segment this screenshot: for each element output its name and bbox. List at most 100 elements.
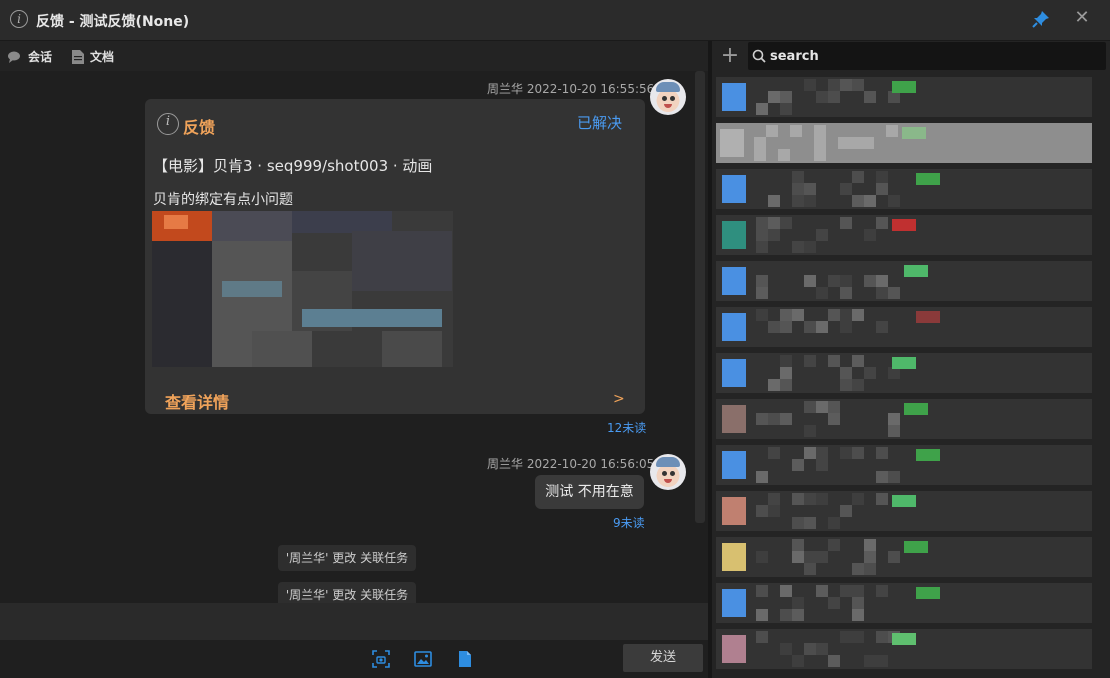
obscured-text [792,183,804,195]
avatar[interactable] [650,454,686,490]
obscured-text [876,217,888,229]
obscured-text [828,517,840,529]
obscured-text [852,631,864,643]
conversation-item[interactable] [716,629,1092,669]
attachment-thumbnail[interactable] [152,211,453,367]
obscured-text [768,493,780,505]
status-badge[interactable]: 已解决 [577,112,622,133]
obscured-text [816,493,828,505]
chat-scrollbar[interactable] [695,71,705,523]
card-description: 贝肯的绑定有点小问题 [153,192,293,208]
obscured-text [780,91,792,103]
avatar [722,589,746,617]
plus-icon[interactable]: + [720,44,740,68]
system-notice: '周兰华' 更改 关联任务 [278,545,416,571]
pin-icon[interactable] [1032,10,1050,28]
obscured-text [816,551,828,563]
obscured-text [876,655,888,667]
status-badge [904,541,928,553]
obscured-text [876,287,888,299]
obscured-text [816,229,828,241]
conversation-item[interactable] [716,77,1092,117]
obscured-text [828,355,840,367]
obscured-text [876,321,888,333]
obscured-text [852,195,864,207]
obscured-text [756,241,768,253]
obscured-text [864,91,876,103]
obscured-text [792,539,804,551]
obscured-text [864,275,876,287]
obscured-text [840,183,852,195]
obscured-text [792,309,804,321]
conversation-item[interactable] [716,307,1092,347]
view-details-link[interactable]: 查看详情 [165,389,229,413]
message-input[interactable] [0,603,708,640]
obscured-text [852,355,864,367]
search-box[interactable] [748,42,1106,70]
obscured-text [780,309,792,321]
conversation-list-panel: + [712,41,1110,678]
obscured-text [888,413,900,425]
chat-bubble-icon [8,51,20,63]
search-input[interactable] [768,47,1092,65]
obscured-text [804,195,816,207]
conversation-item[interactable] [716,261,1092,301]
conversation-item[interactable] [716,445,1092,485]
screenshot-icon[interactable] [372,650,390,668]
card-task-path: 【电影】贝肯3 · seq999/shot003 · 动画 [153,157,433,175]
obscured-text [864,539,876,551]
obscured-text [864,551,876,563]
obscured-text [780,585,792,597]
conversation-item[interactable] [716,353,1092,393]
obscured-text [756,609,768,621]
message-bubble: 测试 不用在意 [535,475,644,509]
avatar [720,129,744,157]
conversation-item[interactable] [716,537,1092,577]
file-icon[interactable] [456,650,474,668]
image-icon[interactable] [414,650,432,668]
avatar [722,83,746,111]
obscured-text [804,643,816,655]
avatar [722,267,746,295]
conversation-item[interactable] [716,583,1092,623]
feedback-card[interactable]: i 反馈 已解决 【电影】贝肯3 · seq999/shot003 · 动画 贝… [145,99,645,414]
info-icon: i [157,113,179,135]
obscured-text [840,367,852,379]
status-badge [916,449,940,461]
obscured-text [780,321,792,333]
avatar [722,497,746,525]
status-badge [892,219,916,231]
unread-count[interactable]: 9未读 [613,514,645,531]
chevron-right-icon[interactable]: > [613,391,625,407]
conversation-item[interactable] [716,169,1092,209]
conversation-list[interactable] [716,77,1092,677]
obscured-text [780,643,792,655]
obscured-text [828,91,840,103]
obscured-text [816,447,828,459]
unread-count[interactable]: 12未读 [607,419,646,436]
conversation-item[interactable] [716,215,1092,255]
obscured-text [804,355,816,367]
obscured-text [804,241,816,253]
conversation-item[interactable] [716,491,1092,531]
obscured-text [792,171,804,183]
conversation-item[interactable] [716,123,1092,163]
obscured-text [876,493,888,505]
obscured-text [754,137,766,149]
obscured-text [840,217,852,229]
obscured-text [804,551,816,563]
obscured-text [756,631,768,643]
avatar [722,175,746,203]
tab-conversation[interactable]: 会话 [8,48,52,65]
tab-documents[interactable]: 文档 [72,48,114,65]
obscured-text [780,367,792,379]
close-icon[interactable]: ✕ [1073,9,1091,27]
obscured-text [876,631,888,643]
obscured-text [792,195,804,207]
avatar[interactable] [650,79,686,115]
title-bar: i 反馈 - 测试反馈(None) ✕ [0,0,1110,41]
conversation-item[interactable] [716,399,1092,439]
send-button[interactable]: 发送 [623,644,703,672]
obscured-text [876,471,888,483]
chat-area[interactable]: 周兰华 2022-10-20 16:55:56 i 反馈 已解决 【电影】贝肯3… [0,71,708,603]
